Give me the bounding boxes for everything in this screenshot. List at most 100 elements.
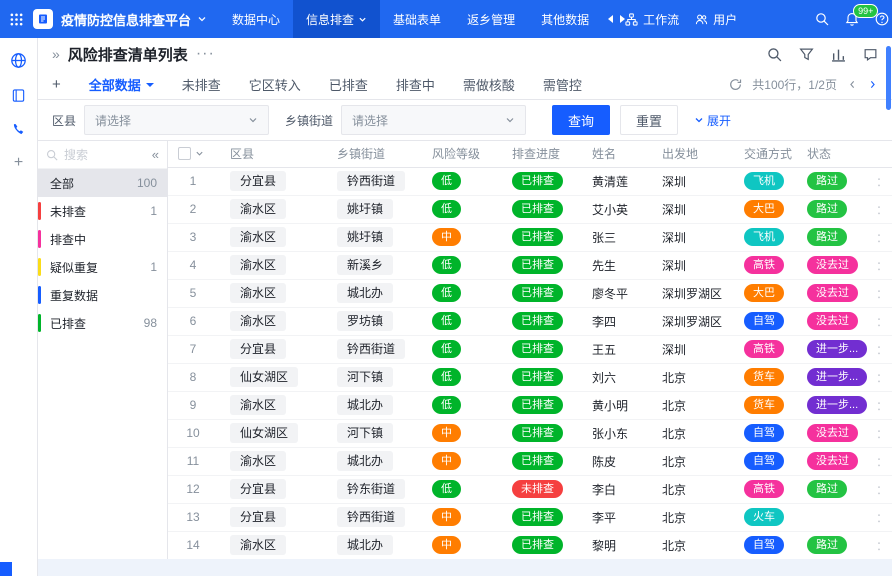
topbar-nav-item[interactable]: 其他数据 xyxy=(528,0,602,38)
globe-icon[interactable] xyxy=(10,52,27,69)
risk-tag: 中 xyxy=(432,452,461,470)
person-name: 黎明 xyxy=(592,539,616,553)
add-icon[interactable]: + xyxy=(14,156,23,170)
app-title-caret-icon[interactable] xyxy=(197,14,207,24)
table-row[interactable]: 2 渝水区 姚圩镇 低 已排查 艾小英 深圳 大巴 路过 ： xyxy=(168,195,892,223)
side-filter-item[interactable]: 未排查 1 xyxy=(38,197,167,225)
district-chip: 渝水区 xyxy=(230,311,286,331)
side-filter-label: 排查中 xyxy=(50,231,86,248)
more-actions-icon[interactable]: ··· xyxy=(196,45,215,63)
status-tag: 没去过 xyxy=(807,256,858,274)
progress-tag: 已排查 xyxy=(512,536,563,554)
view-tab[interactable]: 已排查 xyxy=(315,70,382,99)
nav-label: 其他数据 xyxy=(541,11,589,28)
main-content: » 风险排查清单列表 ··· + 全部数据 未排查 xyxy=(38,38,892,576)
table-row[interactable]: 3 渝水区 姚圩镇 中 已排查 张三 深圳 飞机 路过 ： xyxy=(168,223,892,251)
topbar-nav-item[interactable]: 数据中心 xyxy=(219,0,293,38)
row-index: 5 xyxy=(190,286,197,300)
filter-icon[interactable] xyxy=(799,47,814,62)
clipped-cell-text: ： xyxy=(876,287,888,301)
street-select[interactable]: 请选择 xyxy=(341,105,526,135)
filter-row: 区县 请选择 乡镇街道 请选择 查询 重置 展开 xyxy=(38,100,892,141)
table-row[interactable]: 12 分宜县 钤东街道 低 未排查 李白 北京 高铁 路过 ： xyxy=(168,475,892,503)
side-search-input[interactable]: 搜索 xyxy=(64,146,146,163)
side-filter-item[interactable]: 排查中 xyxy=(38,225,167,253)
table-row[interactable]: 8 仙女湖区 河下镇 低 已排查 刘六 北京 货车 进一步... ： xyxy=(168,363,892,391)
table-row[interactable]: 1 分宜县 钤西街道 低 已排查 黄清莲 深圳 飞机 路过 ： xyxy=(168,167,892,195)
tab-label: 需做核酸 xyxy=(463,75,515,94)
apps-grid-icon[interactable] xyxy=(10,13,23,26)
app-root: 疫情防控信息排查平台 数据中心 信息排查 基础表单 返乡管理 xyxy=(0,0,892,576)
row-index: 10 xyxy=(186,426,199,440)
topbar-nav-item[interactable]: 信息排查 xyxy=(293,0,380,38)
transport-tag: 自驾 xyxy=(744,424,784,442)
view-tab[interactable]: 未排查 xyxy=(168,70,235,99)
chart-icon[interactable] xyxy=(831,47,846,62)
progress-tag: 已排查 xyxy=(512,368,563,386)
district-chip: 仙女湖区 xyxy=(230,367,298,387)
collapse-panel-icon[interactable]: « xyxy=(152,147,159,162)
risk-tag: 低 xyxy=(432,396,461,414)
table-row[interactable]: 5 渝水区 城北办 低 已排查 廖冬平 深圳罗湖区 大巴 没去过 ： xyxy=(168,279,892,307)
left-rail: + xyxy=(0,38,38,576)
street-chip: 城北办 xyxy=(337,283,393,303)
topbar-nav-item[interactable]: 返乡管理 xyxy=(454,0,528,38)
side-filter-item[interactable]: 疑似重复 1 xyxy=(38,253,167,281)
table-search-icon[interactable] xyxy=(767,47,782,62)
side-filter-item[interactable]: 重复数据 xyxy=(38,281,167,309)
workflow-menu[interactable]: 工作流 xyxy=(625,11,679,28)
row-count-summary: 共100行，1/2页 xyxy=(752,76,837,93)
col-header-risk: 风险等级 xyxy=(420,141,500,167)
district-select[interactable]: 请选择 xyxy=(84,105,269,135)
prev-page-icon[interactable] xyxy=(847,79,858,90)
status-tag: 路过 xyxy=(807,480,847,498)
street-chip: 钤东街道 xyxy=(337,479,405,499)
origin-text: 北京 xyxy=(662,371,686,385)
table-row[interactable]: 11 渝水区 城北办 中 已排查 陈皮 北京 自驾 没去过 ： xyxy=(168,447,892,475)
topbar-nav-item[interactable]: 基础表单 xyxy=(380,0,454,38)
side-filter-label: 全部 xyxy=(50,175,74,192)
view-tab[interactable]: 需做核酸 xyxy=(449,70,529,99)
notifications-button[interactable]: 99+ xyxy=(845,12,859,26)
reset-button[interactable]: 重置 xyxy=(620,105,678,135)
table-row[interactable]: 7 分宜县 钤西街道 低 已排查 王五 深圳 高铁 进一步... ： xyxy=(168,335,892,363)
status-tag: 进一步... xyxy=(807,368,867,386)
comment-icon[interactable] xyxy=(863,47,878,62)
add-view-button[interactable]: + xyxy=(52,76,61,93)
expand-filters-link[interactable]: 展开 xyxy=(694,112,731,129)
table-row[interactable]: 13 分宜县 钤西街道 中 已排查 李平 北京 火车 ： xyxy=(168,503,892,531)
book-icon[interactable] xyxy=(11,88,26,103)
search-icon[interactable] xyxy=(815,12,829,26)
status-tag: 路过 xyxy=(807,172,847,190)
nav-scroll-left-icon[interactable] xyxy=(608,15,613,23)
transport-tag: 货车 xyxy=(744,396,784,414)
view-tab[interactable]: 排查中 xyxy=(382,70,449,99)
view-tab[interactable]: 需管控 xyxy=(529,70,596,99)
risk-tag: 中 xyxy=(432,536,461,554)
table-row[interactable]: 10 仙女湖区 河下镇 中 已排查 张小东 北京 自驾 没去过 ： xyxy=(168,419,892,447)
refresh-icon[interactable] xyxy=(729,78,742,91)
side-filter-item[interactable]: 已排查 98 xyxy=(38,309,167,337)
view-tab[interactable]: 全部数据 xyxy=(75,70,168,99)
users-menu[interactable]: 用户 xyxy=(695,11,737,28)
workflow-label: 工作流 xyxy=(643,11,679,28)
select-all-checkbox[interactable] xyxy=(178,147,191,160)
side-filter-item[interactable]: 全部 100 xyxy=(38,169,167,197)
side-filter-count: 100 xyxy=(137,176,157,190)
query-button[interactable]: 查询 xyxy=(552,105,610,135)
view-tab[interactable]: 它区转入 xyxy=(235,70,315,99)
vertical-scrollbar-thumb[interactable] xyxy=(886,46,891,110)
person-name: 先生 xyxy=(592,259,616,273)
street-chip: 河下镇 xyxy=(337,367,393,387)
next-page-icon[interactable] xyxy=(867,79,878,90)
app-title[interactable]: 疫情防控信息排查平台 xyxy=(61,10,191,29)
side-filter-count: 1 xyxy=(150,204,157,218)
status-tag: 没去过 xyxy=(807,312,858,330)
origin-text: 深圳 xyxy=(662,203,686,217)
table-row[interactable]: 4 渝水区 新溪乡 低 已排查 先生 深圳 高铁 没去过 ： xyxy=(168,251,892,279)
table-row[interactable]: 9 渝水区 城北办 低 已排查 黄小明 北京 货车 进一步... ： xyxy=(168,391,892,419)
table-row[interactable]: 14 渝水区 城北办 中 已排查 黎明 北京 自驾 路过 ： xyxy=(168,531,892,559)
phone-icon[interactable] xyxy=(11,122,26,137)
breadcrumb-icon: » xyxy=(52,46,60,62)
table-row[interactable]: 6 渝水区 罗坊镇 低 已排查 李四 深圳罗湖区 自驾 没去过 ： xyxy=(168,307,892,335)
